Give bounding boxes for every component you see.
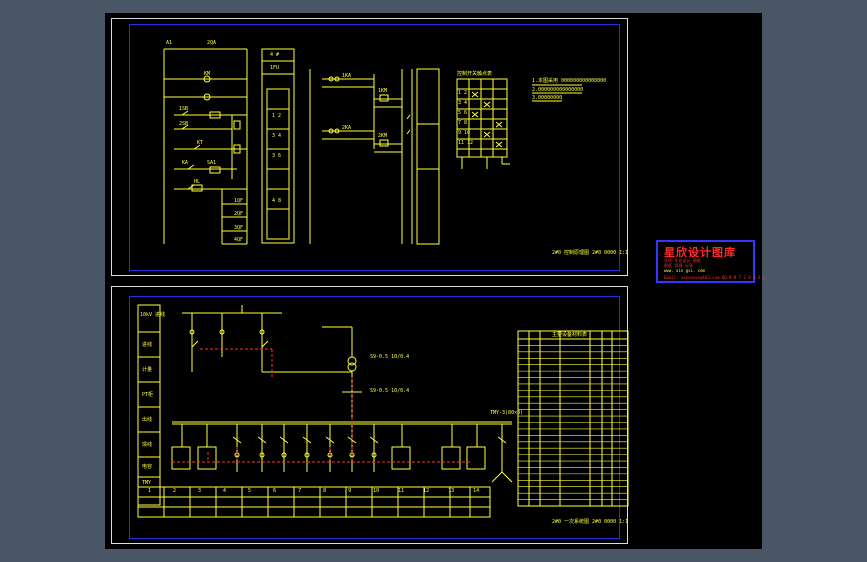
feeder-number: 2 <box>173 488 177 494</box>
left-column-label: 馈线 <box>142 442 153 448</box>
feeder-number: 4 <box>223 488 227 494</box>
transformer-label: S9-0.5 10/0.4 <box>370 388 410 394</box>
note-line: 3.00000000 <box>532 95 563 101</box>
feeder-number: 14 <box>473 488 480 494</box>
circuit-label: KA <box>182 160 189 166</box>
title-block-text: 2#0 一次系统图 2#0 0000 1:1 <box>552 519 629 525</box>
note-line: 2.000000000000000 <box>532 87 584 93</box>
circuit-label: 2QF <box>234 211 244 217</box>
circuit-label: KM <box>204 71 211 77</box>
contact-table-row: 5 6 <box>458 110 468 116</box>
left-column-label: 出线 <box>142 417 153 423</box>
panel-label: 3 6 <box>272 153 282 159</box>
feeder-number: 12 <box>423 488 430 494</box>
drawing-sheet-primary-system[interactable]: 2#0 一次系统图 2#0 0000 1:1 TMY-3(80×8) S9-0.… <box>111 286 629 544</box>
primary-system-drawing <box>137 304 629 518</box>
feeder-number: 3 <box>198 488 202 494</box>
circuit-label: 2QA <box>207 40 217 46</box>
contact-table-row: 1 2 <box>458 90 468 96</box>
left-column-label: PT柜 <box>142 392 154 398</box>
contact-table-row: 7 8 <box>458 120 468 126</box>
feeder-number: 5 <box>248 488 252 494</box>
panel-label: 4 8 <box>272 198 282 204</box>
circuit-label: 1SB <box>179 106 189 112</box>
logo-line: www. xin gsi. com <box>664 268 705 273</box>
circuit-label: KT <box>197 140 204 146</box>
drawing-sheet-control-schematic[interactable]: 2#0 控制原理图 2#0 0000 1:1 控制开关触点表 1.本图采用 00… <box>111 18 628 276</box>
relay-label: 2KA <box>342 125 352 131</box>
feeder-number: 6 <box>273 488 277 494</box>
feeder-number: 9 <box>348 488 352 494</box>
contact-table-row: 11 12 <box>458 140 474 146</box>
left-column-label: 电容 <box>142 464 153 470</box>
feeder-number: 1 <box>148 488 152 494</box>
panel-label: 4 # <box>270 52 280 58</box>
logo-line: Email: xxxxxxxx@163.com QQ:8 8 7 2 9 9 3… <box>664 275 766 280</box>
relay-label: 2KM <box>378 133 388 139</box>
relay-label: 1KM <box>378 88 388 94</box>
transformer-label: S9-0.5 10/0.4 <box>370 354 410 360</box>
left-column-label: 计量 <box>142 367 153 373</box>
feeder-number: 8 <box>323 488 327 494</box>
circuit-label: 4QF <box>234 237 244 243</box>
feeder-number: 7 <box>298 488 302 494</box>
panel-label: 1FU <box>270 65 280 71</box>
circuit-label: 2SB <box>179 121 189 127</box>
feeder-number: 13 <box>448 488 455 494</box>
feeder-number: 10 <box>373 488 380 494</box>
circuit-label: 1QF <box>234 198 244 204</box>
contact-table-row: 9 10 <box>458 130 471 136</box>
circuit-label: HL <box>194 179 201 185</box>
bus-label: TMY-3(80×8) <box>490 410 524 416</box>
contact-table-row: 3 4 <box>458 100 468 106</box>
title-block-text: 2#0 控制原理图 2#0 0000 1:1 <box>552 250 629 256</box>
watermark-logo: 星欣设计图库 学校 毕业设计 图纸 图纸 资源 分享 www. xin gsi.… <box>656 240 765 283</box>
control-schematic-drawing <box>163 48 582 245</box>
left-column-label: TMY <box>142 480 152 486</box>
contact-table-header: 控制开关触点表 <box>457 71 493 77</box>
relay-label: 1KA <box>342 73 352 79</box>
device-list-title: 主要设备材料表 <box>552 332 588 338</box>
circuit-label: A1 <box>166 40 173 46</box>
panel-label: 1 2 <box>272 113 282 119</box>
panel-label: 3 4 <box>272 133 282 139</box>
feeder-number: 11 <box>398 488 405 494</box>
circuit-label: 3QF <box>234 225 244 231</box>
left-column-label: 10kV 进线 <box>140 312 166 318</box>
note-line: 1.本图采用 000000000000000 <box>532 78 607 84</box>
cad-model-space[interactable]: 2#0 控制原理图 2#0 0000 1:1 控制开关触点表 1.本图采用 00… <box>105 13 765 549</box>
left-column-label: 进线 <box>142 342 153 348</box>
circuit-label: SA1 <box>207 160 217 166</box>
